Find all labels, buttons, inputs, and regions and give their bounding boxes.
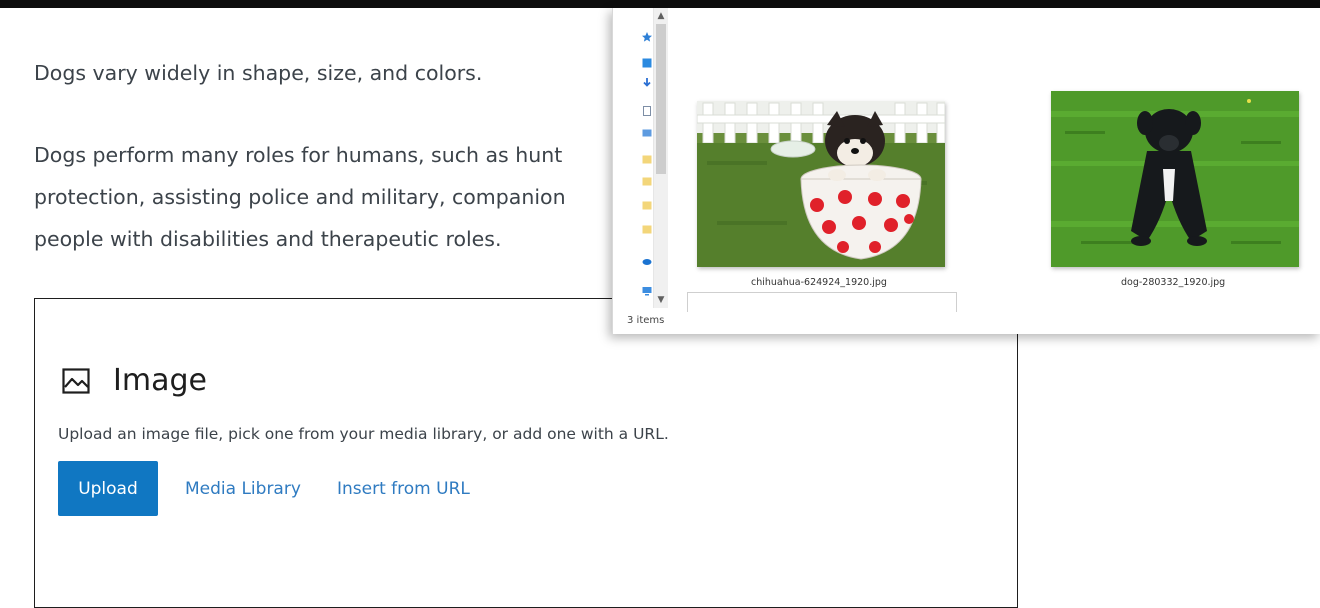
documents-icon[interactable] xyxy=(642,106,652,116)
image-block-title: Image xyxy=(113,363,207,398)
desktop-icon[interactable] xyxy=(642,58,652,68)
chihuahua-puppy-in-polka-dot-cup-image xyxy=(697,101,945,267)
insert-from-url-button[interactable]: Insert from URL xyxy=(337,479,470,499)
file-name-label[interactable]: dog-280332_1920.jpg xyxy=(1121,277,1225,288)
file-name-label[interactable]: chihuahua-624924_1920.jpg xyxy=(751,277,887,288)
image-block-placeholder[interactable]: Image Upload an image file, pick one fro… xyxy=(34,298,1018,608)
file-thumbnail-dog[interactable] xyxy=(1051,91,1299,267)
upload-button[interactable]: Upload xyxy=(58,461,158,516)
navigation-scrollbar[interactable]: ▲ ▼ xyxy=(653,8,668,308)
scroll-up-arrow[interactable]: ▲ xyxy=(654,10,668,22)
file-thumbnail-chihuahua[interactable] xyxy=(697,101,945,267)
paragraph-2[interactable]: Dogs perform many roles for humans, such… xyxy=(34,134,566,260)
downloads-icon[interactable] xyxy=(642,78,652,88)
image-icon xyxy=(62,368,90,394)
paragraph-2-line: people with disabilities and therapeutic… xyxy=(34,227,502,251)
top-bar xyxy=(0,0,1320,8)
media-library-button[interactable]: Media Library xyxy=(185,479,301,499)
paragraph-2-line: Dogs perform many roles for humans, such… xyxy=(34,143,563,167)
scroll-down-arrow[interactable]: ▼ xyxy=(654,294,668,306)
pictures-icon[interactable] xyxy=(642,128,652,138)
selection-frame xyxy=(687,292,957,312)
folder-icon[interactable] xyxy=(642,200,652,210)
item-count-status: 3 items xyxy=(627,315,665,326)
quick-access-icon[interactable] xyxy=(642,32,652,42)
black-puppy-on-grass-image xyxy=(1051,91,1299,267)
scrollbar-thumb[interactable] xyxy=(656,24,666,174)
this-pc-icon[interactable] xyxy=(642,286,652,296)
folder-icon[interactable] xyxy=(642,154,652,164)
file-explorer-window[interactable]: ▲ ▼ chihuahua-624924_1920.jpg dog-280332… xyxy=(612,8,1320,334)
paragraph-2-line: protection, assisting police and militar… xyxy=(34,185,566,209)
paragraph-1[interactable]: Dogs vary widely in shape, size, and col… xyxy=(34,52,482,94)
folder-icon[interactable] xyxy=(642,176,652,186)
onedrive-icon[interactable] xyxy=(642,256,652,266)
folder-icon[interactable] xyxy=(642,224,652,234)
image-block-instructions: Upload an image file, pick one from your… xyxy=(58,425,669,443)
navigation-pane[interactable]: ▲ ▼ xyxy=(613,8,668,308)
